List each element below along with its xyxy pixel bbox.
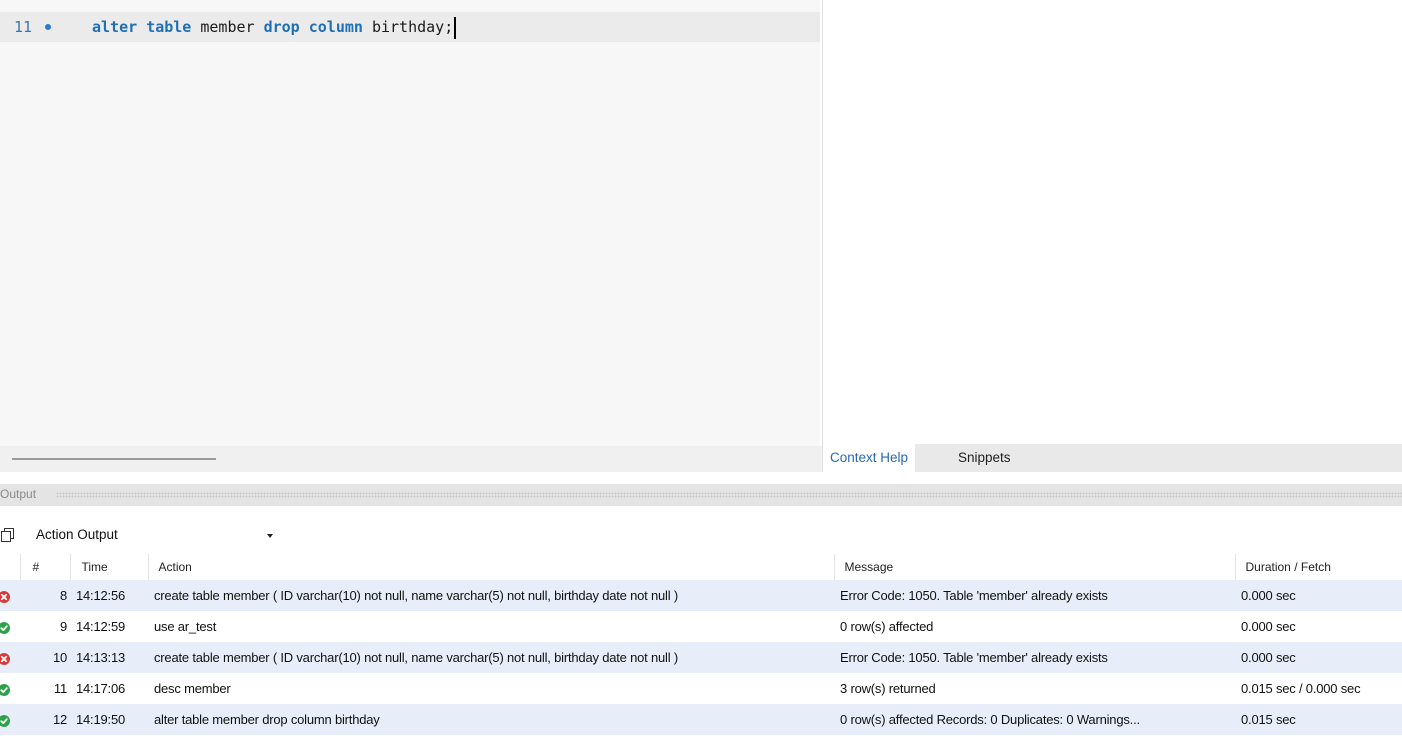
status-cell — [0, 704, 20, 735]
row-number: 8 — [20, 580, 70, 611]
error-icon — [0, 590, 10, 603]
row-time: 14:17:06 — [76, 681, 126, 696]
splitter-handle[interactable] — [12, 458, 216, 460]
table-row[interactable]: 8 14:12:56 create table member ( ID varcha… — [0, 580, 1402, 611]
column-header-status[interactable] — [0, 554, 21, 580]
row-duration: 0.015 sec / 0.000 sec — [1241, 681, 1361, 696]
line-number: 10 — [14, 0, 44, 8]
row-duration: 0.000 sec — [1235, 642, 1402, 673]
terminator: ; — [444, 18, 454, 36]
row-time: 14:12:59 — [76, 619, 126, 634]
row-time: 14:12:56 — [70, 580, 148, 611]
output-title: Output — [0, 487, 41, 501]
identifier: member — [200, 18, 255, 36]
output-panel-header[interactable]: Output — [0, 484, 1402, 506]
row-message: Error Code: 1050. Table 'member' already… — [834, 642, 1235, 673]
row-action: desc member — [154, 681, 231, 696]
copy-icon[interactable] — [0, 527, 16, 543]
success-check-icon — [0, 714, 10, 727]
output-view-select-value: Action Output — [36, 527, 118, 542]
row-duration: 0.000 sec — [1241, 619, 1296, 634]
column-header-action[interactable]: Action — [148, 554, 835, 580]
row-number: 12 — [20, 704, 70, 735]
row-number: 10 — [20, 642, 70, 673]
table-row[interactable]: 12 14:19:50 alter table member drop column… — [0, 704, 1402, 735]
code-line-10[interactable]: 10 — [0, 0, 820, 8]
column-header-duration[interactable]: Duration / Fetch — [1235, 554, 1402, 580]
side-panel-tabs: Context Help Snippets — [823, 444, 1402, 472]
tab-snippets[interactable]: Snippets — [951, 444, 1018, 472]
success-check-icon — [0, 683, 10, 696]
output-toolbar: Action Output — [0, 520, 1402, 550]
row-message: 3 row(s) returned — [840, 681, 936, 696]
row-action: create table member ( ID varchar(10) not… — [148, 642, 834, 673]
chevron-down-icon — [267, 534, 273, 538]
column-header-number[interactable]: # — [20, 554, 71, 580]
row-action: alter table member drop column birthday — [148, 704, 834, 735]
row-duration: 0.015 sec — [1235, 704, 1402, 735]
row-action: create table member ( ID varchar(10) not… — [148, 580, 834, 611]
panel-grip[interactable] — [56, 492, 1402, 498]
keyword: drop — [263, 18, 300, 36]
statement-marker-icon — [45, 24, 51, 30]
row-number: 11 — [53, 681, 67, 696]
line-number: 11 — [14, 18, 33, 36]
table-row[interactable]: 10 14:13:13 create table member ( ID varch… — [0, 642, 1402, 673]
action-output-table: # Time Action Message Duration / Fetch 8… — [0, 554, 1402, 735]
editor-splitter-area — [0, 446, 822, 472]
sql-editor[interactable]: 10 11 alter table member drop column bir… — [0, 0, 820, 446]
row-message: Error Code: 1050. Table 'member' already… — [834, 580, 1235, 611]
status-cell — [0, 611, 20, 642]
tab-context-help[interactable]: Context Help — [823, 444, 916, 472]
code-text[interactable]: alter table member drop column birthday; — [92, 12, 457, 42]
row-message: 0 row(s) affected Records: 0 Duplicates:… — [834, 704, 1235, 735]
keyword: table — [146, 18, 192, 36]
table-row[interactable]: 9 14:12:59 use ar_test 0 row(s) affected 0.0… — [0, 611, 1402, 642]
keyword: column — [308, 18, 363, 36]
code-line-11[interactable]: 11 alter table member drop column birthd… — [0, 12, 820, 42]
output-rows: 8 14:12:56 create table member ( ID varcha… — [0, 580, 1402, 735]
column-header-message[interactable]: Message — [834, 554, 1236, 580]
column-header-time[interactable]: Time — [70, 554, 149, 580]
keyword: alter — [92, 18, 138, 36]
status-cell — [0, 673, 20, 704]
output-view-select[interactable]: Action Output — [30, 523, 273, 547]
table-row[interactable]: 11 14:17:06 desc member 3 row(s) returned 0.… — [0, 673, 1402, 704]
text-caret — [454, 16, 457, 39]
row-time: 14:19:50 — [70, 704, 148, 735]
success-check-icon — [0, 621, 10, 634]
row-duration: 0.000 sec — [1235, 580, 1402, 611]
side-panel: Context Help Snippets — [822, 0, 1402, 472]
status-cell — [0, 642, 20, 673]
error-icon — [0, 652, 10, 665]
row-message: 0 row(s) affected — [840, 619, 934, 634]
table-header-row: # Time Action Message Duration / Fetch — [0, 554, 1402, 580]
status-cell — [0, 580, 20, 611]
row-action: use ar_test — [154, 619, 217, 634]
row-number: 9 — [59, 619, 67, 634]
row-time: 14:13:13 — [70, 642, 148, 673]
identifier: birthday — [371, 18, 445, 36]
